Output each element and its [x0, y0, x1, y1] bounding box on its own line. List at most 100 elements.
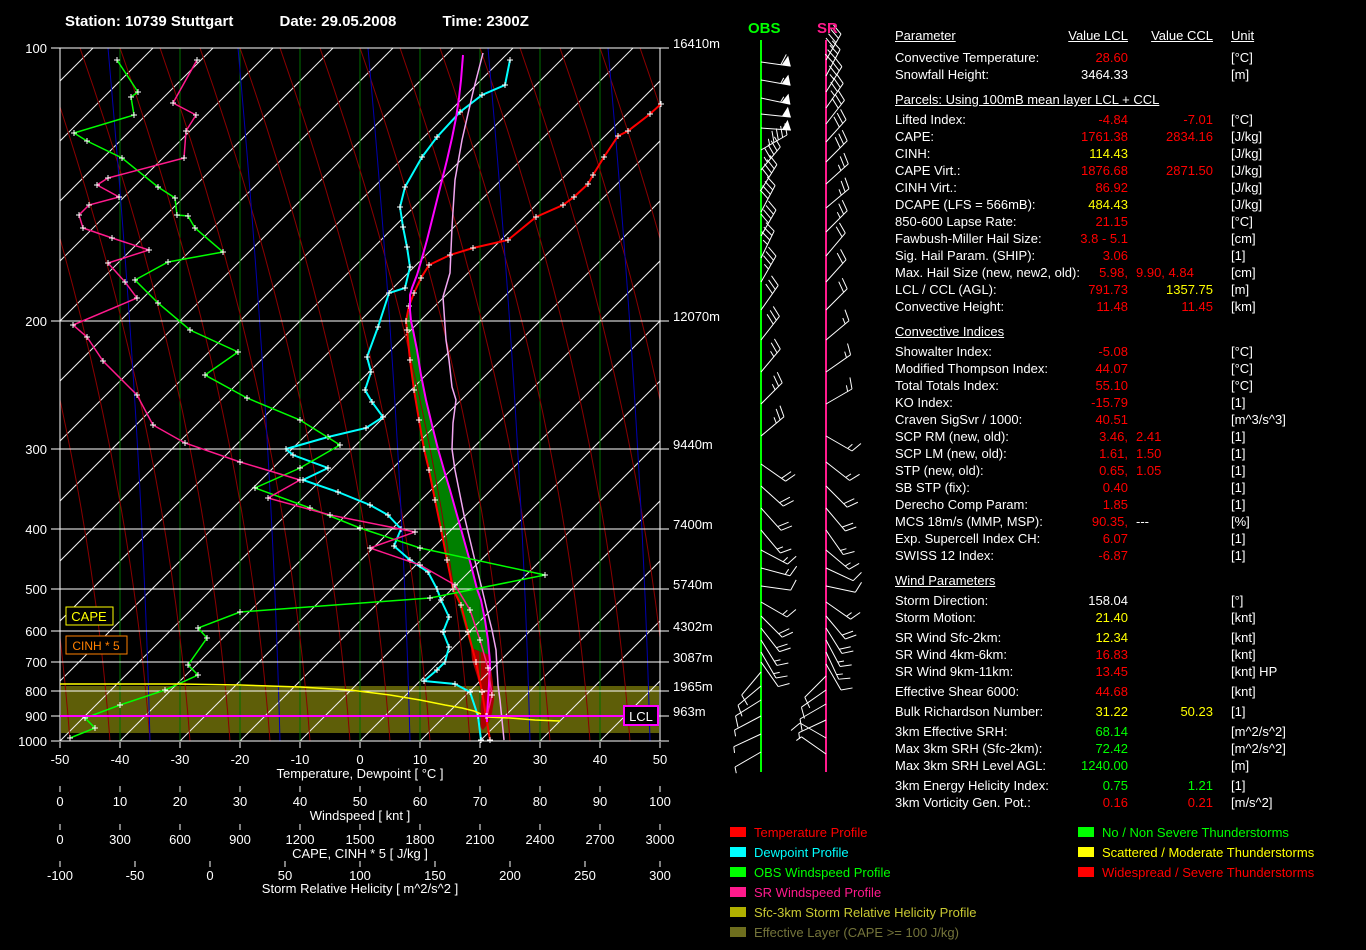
section-header: Wind Parameters [895, 573, 995, 588]
param-unit: [°C] [1231, 361, 1253, 376]
windspeed-axis-tick-label: 30 [233, 794, 247, 809]
dry-adiabat-line [560, 48, 710, 741]
wind-barb [761, 634, 788, 669]
param-label: SR Wind 4km-6km: [895, 647, 1007, 662]
wind-barb-shaft [735, 752, 761, 767]
wind-barb [735, 686, 768, 716]
pressure-axis-label: 500 [25, 582, 47, 597]
param-row: Total Totals Index:55.10[°C] [893, 378, 1363, 394]
temperature-profile-line-marker [487, 737, 493, 743]
wind-barb [761, 608, 793, 640]
param-value-ccl: --- [1136, 514, 1149, 529]
param-value-ccl: 9.90, 4.84 [1136, 265, 1194, 280]
param-label: STP (new, old): [895, 463, 984, 478]
param-unit: [%] [1231, 514, 1250, 529]
param-label: SCP RM (new, old): [895, 429, 1009, 444]
height-axis-label: 12070m [673, 309, 720, 324]
param-value-ccl: -7.01 [1138, 112, 1213, 127]
dewpoint-profile-line-marker [364, 354, 370, 360]
pressure-axis-label: 400 [25, 522, 47, 537]
wind-barb-flag [777, 660, 788, 669]
param-row: Max. Hail Size (new, new2, old):5.98,9.9… [893, 265, 1363, 281]
param-row: SR Wind Sfc-2km:12.34[knt] [893, 630, 1363, 646]
temperature-axis-tick-label: -20 [231, 752, 250, 767]
cape-axis-title: CAPE, CINH * 5 [ J/kg ] [292, 846, 428, 861]
param-unit: [1] [1231, 480, 1245, 495]
dewpoint-profile-line-marker [386, 290, 392, 296]
param-row: DCAPE (LFS = 566mB):484.43[J/kg] [893, 197, 1363, 213]
param-label: SWISS 12 Index: [895, 548, 994, 563]
param-value-lcl: 0.40 [993, 480, 1128, 495]
param-value-lcl: 16.83 [993, 647, 1128, 662]
height-axis-label: 963m [673, 704, 706, 719]
wind-barb [761, 501, 792, 534]
param-value-lcl: -15.79 [993, 395, 1128, 410]
pressure-axis-label: 800 [25, 684, 47, 699]
wind-barb [819, 310, 852, 340]
pressure-axis-label: 200 [25, 314, 47, 329]
param-unit: [cm] [1231, 231, 1256, 246]
param-row: Snowfall Height:3464.33[m] [893, 67, 1363, 83]
param-value-lcl: 68.14 [993, 724, 1128, 739]
dry-adiabat-line [600, 48, 750, 741]
param-row: 3km Effective SRH:68.14[m^2/s^2] [893, 724, 1363, 740]
param-value-lcl: 484.43 [993, 197, 1128, 212]
param-unit: [°C] [1231, 344, 1253, 359]
wind-barb-flag [844, 343, 854, 354]
height-axis-label: 16410m [673, 36, 720, 51]
param-value-lcl: 114.43 [993, 146, 1128, 161]
windspeed-axis-tick-label: 20 [173, 794, 187, 809]
param-value-lcl: 5.98, [993, 265, 1128, 280]
windspeed-axis-tick-label: 0 [56, 794, 63, 809]
param-value-lcl: 21.15 [993, 214, 1128, 229]
dewpoint-profile-line-marker [335, 489, 341, 495]
param-value-lcl: 55.10 [993, 378, 1128, 393]
dewpoint-profile-line-marker [502, 82, 508, 88]
temperature-axis-tick-label: 30 [533, 752, 547, 767]
param-label: Snowfall Height: [895, 67, 989, 82]
wind-barb [733, 752, 764, 773]
sr-windspeed-profile-line-marker [182, 440, 188, 446]
wind-barb [761, 70, 792, 85]
param-unit: [1] [1231, 463, 1245, 478]
windspeed-axis-tick-label: 60 [413, 794, 427, 809]
wind-barb-halfflag [732, 747, 736, 753]
obs-windspeed-profile-line-marker [542, 572, 548, 578]
wind-barb-shaft [742, 672, 761, 695]
wind-barb-halfflag [733, 767, 738, 773]
param-value-lcl: 3.06 [993, 248, 1128, 263]
param-unit: [°C] [1231, 50, 1253, 65]
srh-axis-tick-label: 300 [649, 868, 671, 883]
param-row: Lifted Index:-4.84-7.01[°C] [893, 112, 1363, 128]
param-value-lcl: 86.92 [993, 180, 1128, 195]
param-value-lcl: -5.08 [993, 344, 1128, 359]
height-axis-label: 3087m [673, 650, 713, 665]
param-unit: [J/kg] [1231, 129, 1262, 144]
wind-barb [732, 734, 764, 753]
param-unit: [cm] [1231, 265, 1256, 280]
wind-barb [791, 721, 826, 748]
wind-barb [751, 247, 778, 282]
param-value-lcl: 90.35, [993, 514, 1128, 529]
obs-windspeed-profile-line-marker [237, 609, 243, 615]
lcl-box-label: LCL [629, 709, 653, 724]
wind-barb-shaft [761, 662, 778, 687]
param-row: Showalter Index:-5.08[°C] [893, 344, 1363, 360]
isotherm-line [120, 48, 813, 741]
wind-barb-shaft [761, 586, 791, 590]
cape-axis-tick-label: 1800 [406, 832, 435, 847]
param-value-lcl: 72.42 [993, 741, 1128, 756]
wind-barb [753, 372, 785, 404]
dewpoint-profile-line-marker [440, 629, 446, 635]
param-label: LCL / CCL (AGL): [895, 282, 997, 297]
wind-barb [826, 609, 856, 642]
param-unit: [1] [1231, 446, 1245, 461]
temperature-axis-tick-label: 40 [593, 752, 607, 767]
param-row: LCL / CCL (AGL):791.731357.75[m] [893, 282, 1363, 298]
param-row: CAPE:1761.382834.16[J/kg] [893, 129, 1363, 145]
param-value-lcl: 6.07 [993, 531, 1128, 546]
param-value-lcl: -4.84 [993, 112, 1128, 127]
param-value-ccl: 11.45 [1138, 299, 1213, 314]
wind-barb-flag [787, 607, 796, 619]
cape-axis-tick-label: 3000 [646, 832, 675, 847]
